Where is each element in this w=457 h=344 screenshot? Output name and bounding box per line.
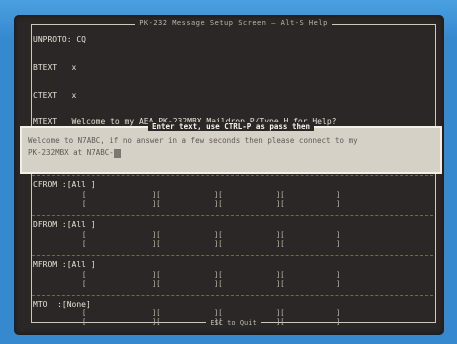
list-cell-mark: ][ <box>276 280 285 288</box>
list-cell-mark: [ <box>82 231 87 239</box>
cfrom-cells[interactable]: [ ][ ][ ][ ] [ ][ ][ ][ ] <box>14 191 444 209</box>
list-cell-mark: ][ <box>214 271 223 279</box>
list-cell-mark: ][ <box>276 191 285 199</box>
dialog-text[interactable]: Welcome to N7ABC, if no answer in a few … <box>28 135 434 159</box>
list-mto[interactable]: MTO :[None] <box>33 300 91 309</box>
list-cell-mark: [ <box>82 240 87 248</box>
text-cursor <box>113 148 121 158</box>
field-ctext[interactable]: CTEXT x <box>33 91 76 100</box>
list-cell-mark: ][ <box>214 309 223 317</box>
dialog-title: Enter text, use CTRL-P as pass then <box>22 122 440 131</box>
list-cell-mark: ][ <box>152 240 161 248</box>
list-cell-mark: ][ <box>214 280 223 288</box>
window-title: PK-232 Message Setup Screen — Alt-S Help <box>32 19 435 27</box>
list-cell-mark: ][ <box>214 240 223 248</box>
list-cell-mark: ][ <box>214 200 223 208</box>
crt-screen: PK-232 Message Setup Screen — Alt-S Help… <box>14 15 444 335</box>
list-cell-mark: ][ <box>276 240 285 248</box>
list-cell-mark: [ <box>82 200 87 208</box>
list-cell-mark: [ <box>82 309 87 317</box>
dialog-line-1: Welcome to N7ABC, if no answer in a few … <box>28 136 358 145</box>
divider <box>32 215 433 216</box>
list-cell-mark: ] <box>336 240 341 248</box>
divider <box>32 255 433 256</box>
list-cell-mark: ][ <box>152 231 161 239</box>
list-cell-mark: ][ <box>276 309 285 317</box>
list-cell-mark: ][ <box>152 191 161 199</box>
list-cell-mark: [ <box>82 271 87 279</box>
list-cell-mark: ][ <box>152 309 161 317</box>
field-unproto[interactable]: UNPROTO: CQ <box>33 35 86 44</box>
list-dfrom[interactable]: DFROM :[All ] <box>33 220 96 229</box>
mfrom-cells[interactable]: [ ][ ][ ][ ] [ ][ ][ ][ ] <box>14 271 444 289</box>
list-cell-mark: ][ <box>276 200 285 208</box>
list-cell-mark: [ <box>82 318 87 326</box>
mto-cells[interactable]: [ ][ ][ ][ ] [ ][ ][ ][ ] <box>14 309 444 327</box>
list-cell-mark: ][ <box>152 271 161 279</box>
list-cell-mark: ] <box>336 231 341 239</box>
list-cell-mark: [ <box>82 191 87 199</box>
divider <box>32 175 433 176</box>
list-cell-mark: ][ <box>152 280 161 288</box>
divider <box>32 295 433 296</box>
list-cfrom[interactable]: CFROM :[All ] <box>33 180 96 189</box>
list-cell-mark: ][ <box>214 231 223 239</box>
list-cell-mark: ] <box>336 280 341 288</box>
dialog-line-2: PK-232MBX at N7ABC- <box>28 147 434 159</box>
list-cell-mark: ][ <box>214 191 223 199</box>
field-btext[interactable]: BTEXT x <box>33 63 76 72</box>
list-cell-mark: ][ <box>276 271 285 279</box>
list-cell-mark: [ <box>82 280 87 288</box>
list-cell-mark: ][ <box>276 318 285 326</box>
list-mfrom[interactable]: MFROM :[All ] <box>33 260 96 269</box>
text-entry-dialog[interactable]: Enter text, use CTRL-P as pass then Welc… <box>20 122 442 174</box>
list-cell-mark: ][ <box>152 200 161 208</box>
list-cell-mark: ] <box>336 200 341 208</box>
list-cell-mark: ] <box>336 191 341 199</box>
list-cell-mark: ][ <box>152 318 161 326</box>
list-cell-mark: ][ <box>214 318 223 326</box>
list-cell-mark: ] <box>336 271 341 279</box>
list-cell-mark: ] <box>336 309 341 317</box>
list-cell-mark: ] <box>336 318 341 326</box>
list-cell-mark: ][ <box>276 231 285 239</box>
dfrom-cells[interactable]: [ ][ ][ ][ ] [ ][ ][ ][ ] <box>14 231 444 249</box>
